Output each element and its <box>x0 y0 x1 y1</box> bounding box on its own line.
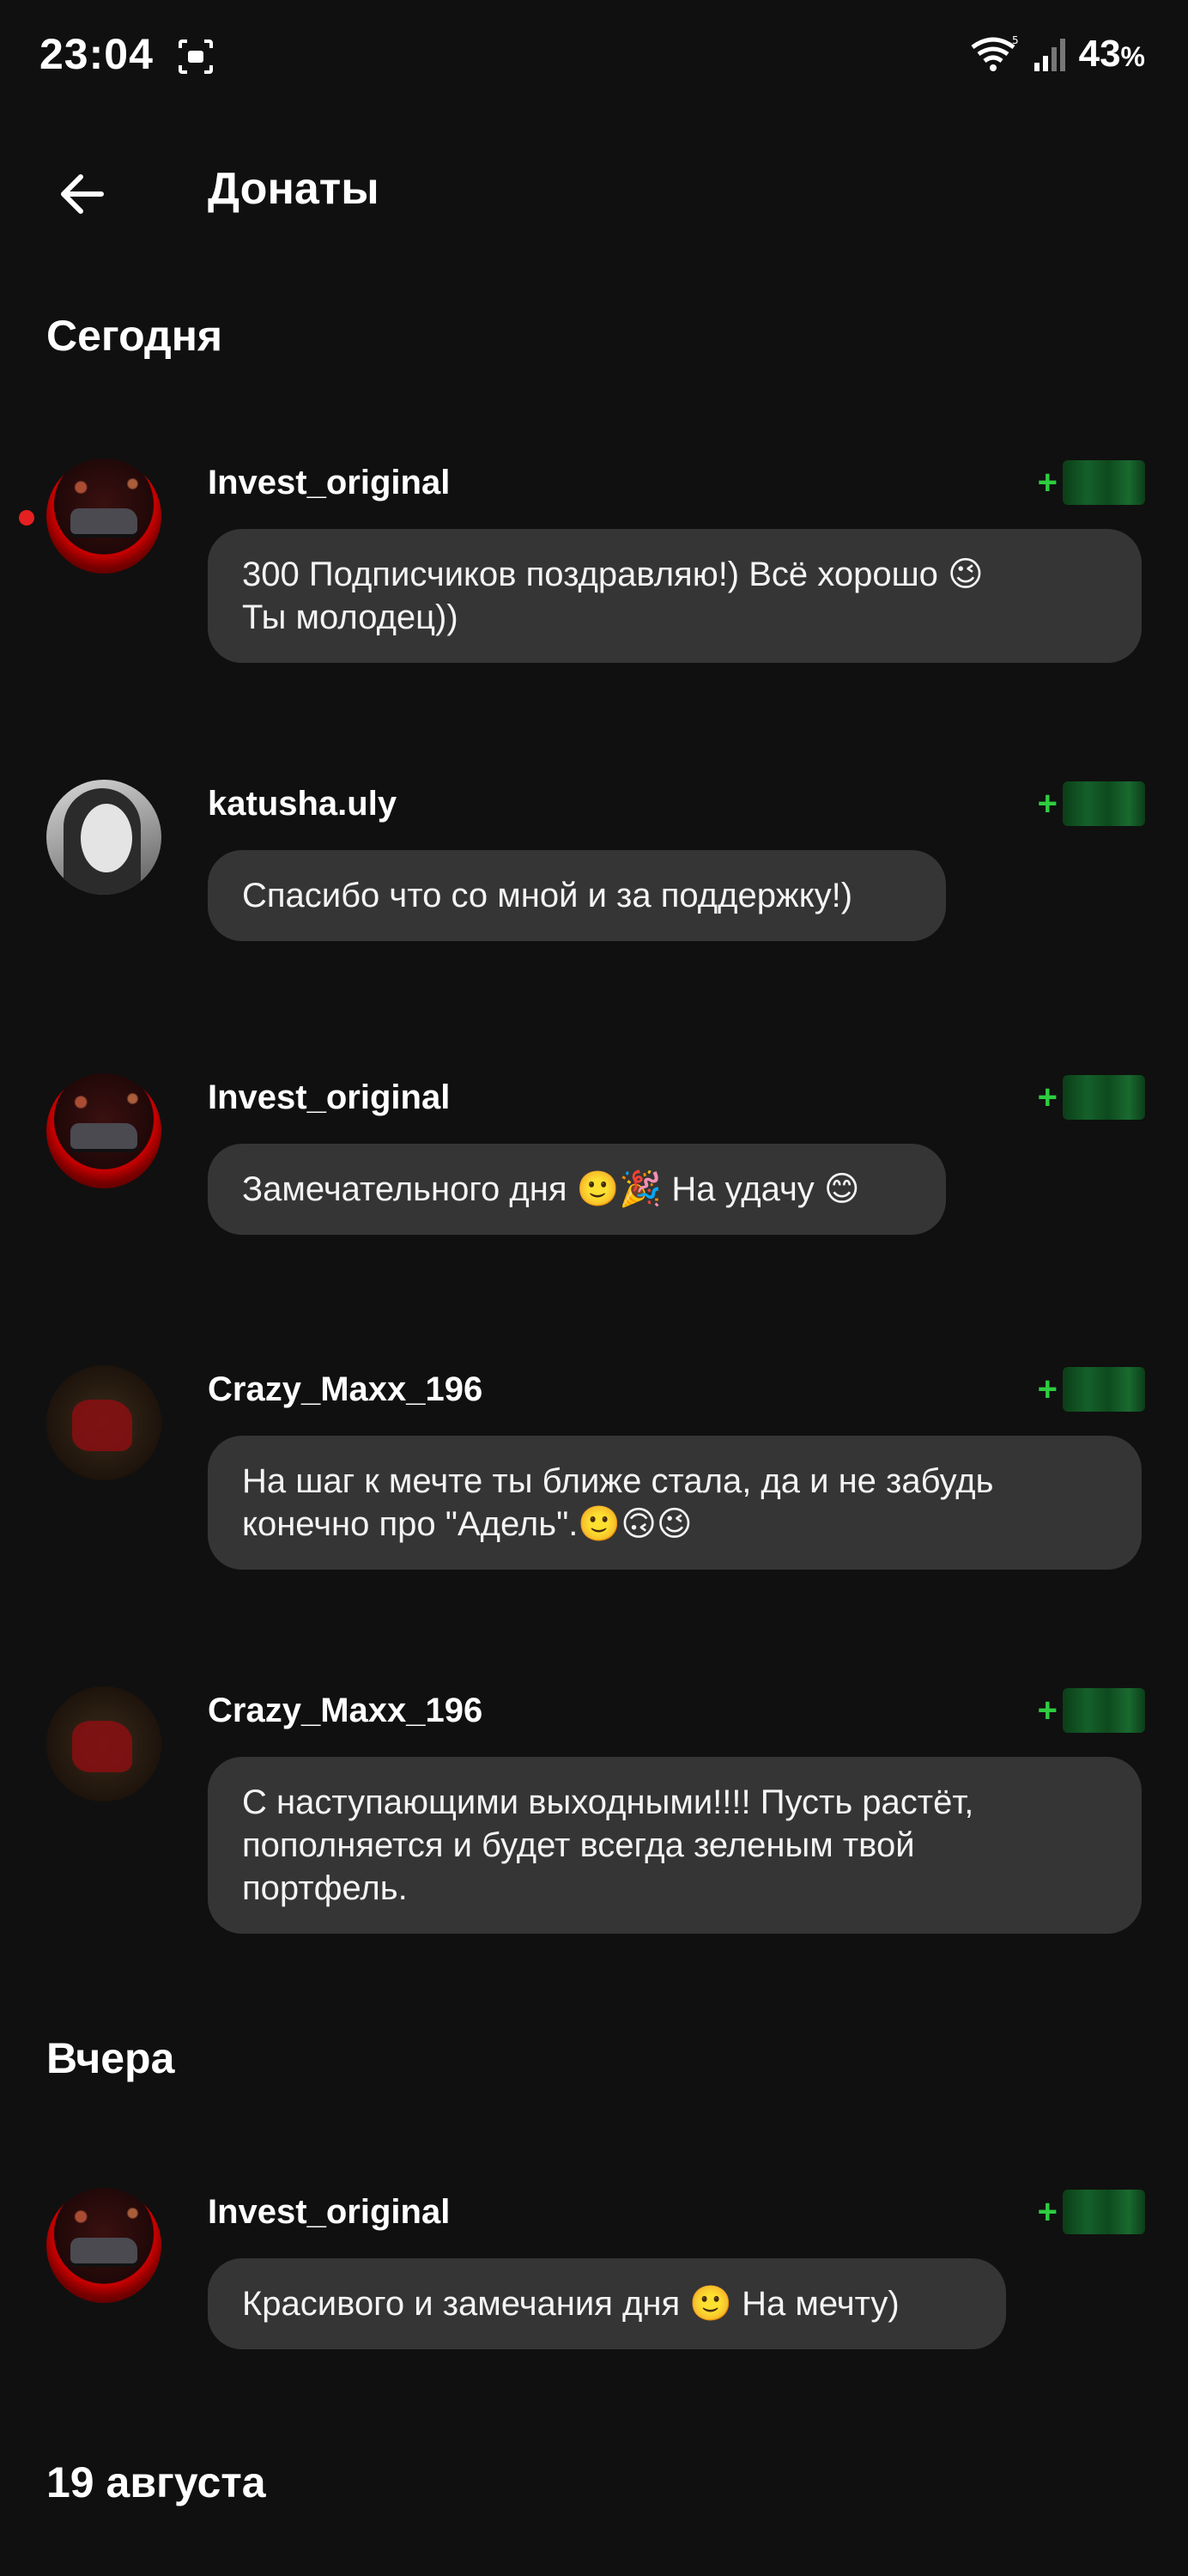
section-header-today: Сегодня <box>46 312 223 360</box>
donation-amount: + <box>1038 1367 1145 1412</box>
avatar[interactable] <box>46 1365 161 1480</box>
blurred-amount <box>1063 2190 1145 2234</box>
donation-amount: + <box>1038 781 1145 826</box>
blurred-amount <box>1063 781 1145 826</box>
status-bar: 23:04 5 43% <box>0 0 1188 112</box>
section-header-aug19: 19 августа <box>46 2458 266 2506</box>
donation-amount: + <box>1038 1688 1145 1733</box>
donor-name[interactable]: Crazy_Maxx_196 <box>208 1692 482 1730</box>
status-icons: 5 43% <box>969 33 1145 76</box>
message-bubble: Спасибо что со мной и за поддержку!) <box>208 850 946 941</box>
arrow-left-icon <box>61 174 104 214</box>
blurred-amount <box>1063 460 1145 505</box>
blurred-amount <box>1063 1688 1145 1733</box>
message-bubble: Замечательного дня 🙂🎉 На удачу 😊 <box>208 1144 946 1235</box>
donor-name[interactable]: katusha.uly <box>208 785 397 823</box>
back-button[interactable] <box>48 160 117 228</box>
battery-level: 43% <box>1078 33 1145 75</box>
avatar[interactable] <box>46 2188 161 2303</box>
blurred-amount <box>1063 1367 1145 1412</box>
donation-amount: + <box>1038 460 1145 505</box>
blurred-amount <box>1063 1075 1145 1120</box>
app-bar: Донаты <box>0 137 1188 240</box>
page-title: Донаты <box>208 164 379 214</box>
status-time: 23:04 <box>39 30 154 78</box>
donor-name[interactable]: Invest_original <box>208 1078 450 1117</box>
avatar[interactable] <box>46 459 161 574</box>
avatar[interactable] <box>46 780 161 895</box>
donor-name[interactable]: Invest_original <box>208 464 450 502</box>
donation-amount: + <box>1038 2190 1145 2234</box>
message-bubble: На шаг к мечте ты ближе стала, да и не з… <box>208 1436 1142 1570</box>
donor-name[interactable]: Invest_original <box>208 2193 450 2232</box>
section-header-yesterday: Вчера <box>46 2034 175 2082</box>
screenshot-icon <box>179 39 213 74</box>
donor-name[interactable]: Crazy_Maxx_196 <box>208 1370 482 1409</box>
wifi-icon: 5 <box>971 35 1019 71</box>
message-bubble: Красивого и замечания дня 🙂 На мечту) <box>208 2258 1006 2349</box>
signal-icon <box>1033 39 1065 71</box>
svg-text:5: 5 <box>1012 35 1019 46</box>
donation-amount: + <box>1038 1075 1145 1120</box>
message-bubble: 300 Подписчиков поздравляю!) Всё хорошо … <box>208 529 1142 663</box>
message-bubble: С наступающими выходными!!!! Пусть растё… <box>208 1757 1142 1934</box>
unread-dot <box>19 510 34 526</box>
avatar[interactable] <box>46 1686 161 1801</box>
avatar[interactable] <box>46 1073 161 1188</box>
